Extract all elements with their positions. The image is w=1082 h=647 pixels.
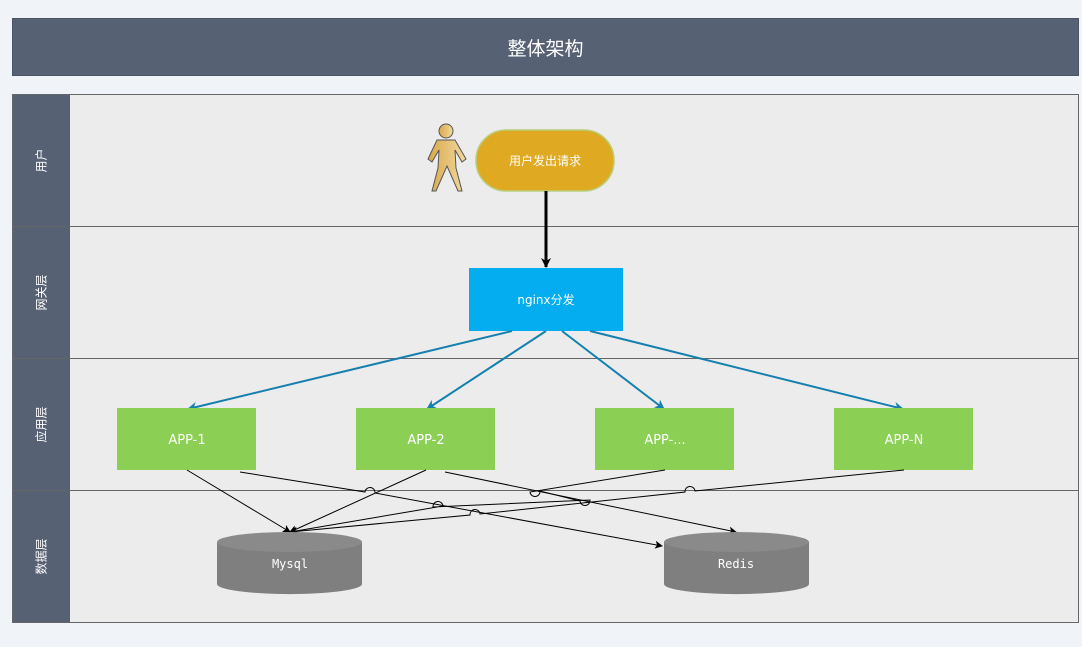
- redis-database-icon: Redis: [664, 532, 809, 595]
- nginx-label: nginx分发: [517, 292, 574, 307]
- app-node-2-label: APP-2: [407, 433, 444, 448]
- arrow-nginx-to-app3: [561, 330, 665, 410]
- arrow-nginx-to-appn: [589, 330, 904, 412]
- diagram-canvas: 用户发出请求 nginx分发 APP-1 APP-2 APP-... APP-N: [117, 123, 973, 595]
- arrow-app3-to-mysql: [289, 469, 666, 535]
- app-node-1-label: APP-1: [168, 433, 205, 448]
- user-request-node: 用户发出请求: [475, 129, 615, 192]
- arrow-app1-to-mysql: [186, 469, 291, 533]
- gateway-connectors: [187, 330, 904, 412]
- mysql-database-icon: Mysql: [217, 532, 362, 595]
- nginx-node: nginx分发: [469, 268, 623, 331]
- arrow-nginx-to-app2: [426, 330, 547, 410]
- app-node-n: APP-N: [834, 408, 973, 470]
- mysql-label: Mysql: [272, 557, 308, 571]
- app-node-n-label: APP-N: [885, 433, 924, 448]
- arrow-app2-to-mysql: [289, 469, 427, 533]
- app-node-3: APP-...: [595, 408, 734, 470]
- user-request-label: 用户发出请求: [509, 153, 581, 168]
- redis-label: Redis: [718, 557, 754, 571]
- app-node-1: APP-1: [117, 408, 256, 470]
- arrow-nginx-to-app1: [187, 330, 513, 412]
- app-node-2: APP-2: [356, 408, 495, 470]
- app-node-3-label: APP-...: [644, 433, 685, 448]
- arrow-appn-to-mysql: [289, 469, 905, 536]
- person-icon: [427, 123, 467, 192]
